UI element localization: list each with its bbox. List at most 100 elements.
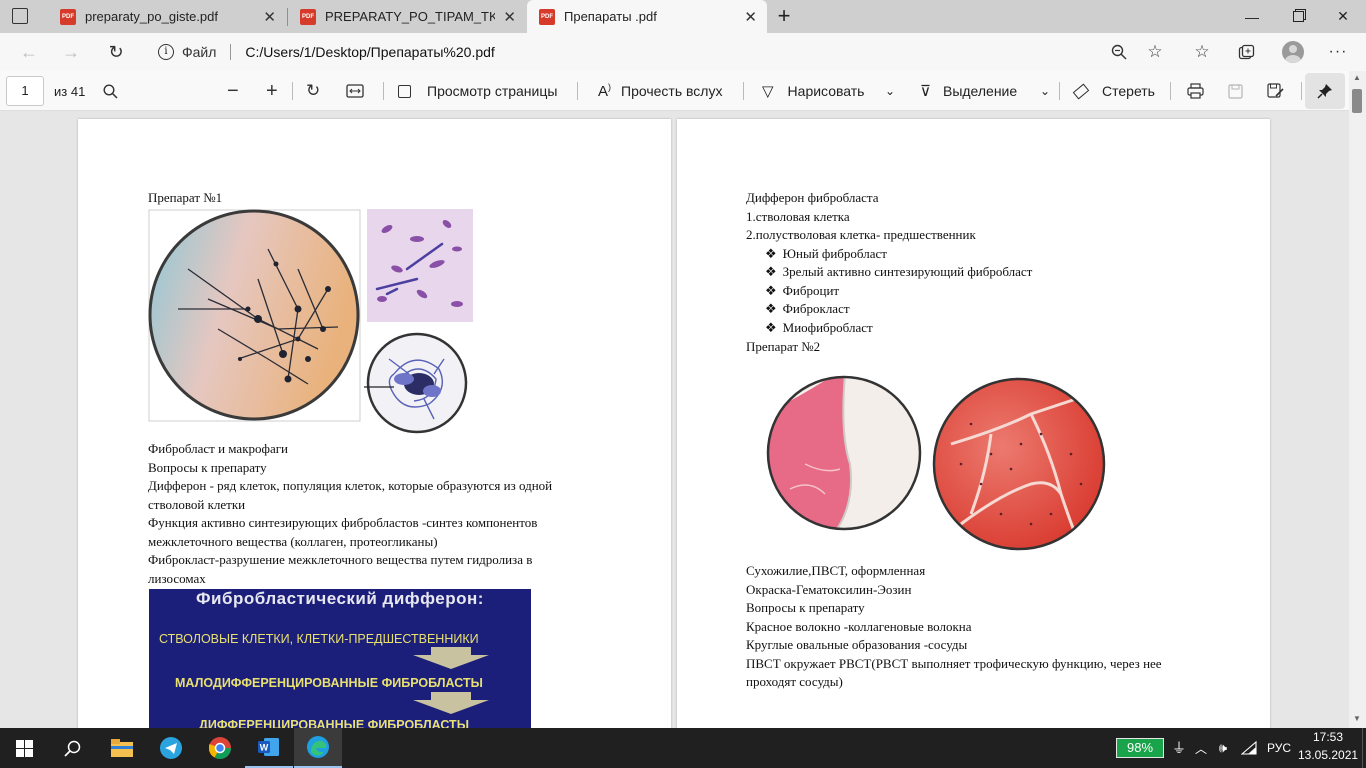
toolbar-divider	[383, 82, 384, 100]
bullet-icon: ❖	[765, 301, 777, 316]
pdf-document-viewport[interactable]: Препарат №1 Фибробласт и макрофаги Вопро…	[0, 111, 1349, 728]
clock-time[interactable]: 17:53	[1300, 730, 1356, 744]
favorites-icon[interactable]: ☆	[1190, 41, 1214, 63]
print-icon[interactable]	[1187, 82, 1204, 100]
list-item-label: Юный фибробласт	[782, 246, 887, 261]
scroll-up-arrow-icon[interactable]: ▲	[1353, 73, 1361, 82]
body-line: Вопросы к препарату	[746, 600, 865, 615]
chrome-icon[interactable]	[196, 728, 244, 768]
profile-avatar[interactable]	[1282, 41, 1304, 63]
forward-icon[interactable]: →	[59, 41, 83, 63]
address-divider	[230, 44, 232, 60]
body-line: межклеточного вещества (коллаген, протео…	[148, 534, 438, 549]
pin-toolbar-icon[interactable]	[1305, 73, 1345, 109]
clock-date[interactable]: 13.05.2021	[1298, 748, 1358, 762]
tab-actions-button[interactable]	[12, 8, 28, 24]
tab-preparaty-active[interactable]: PDF Препараты .pdf ✕	[527, 0, 767, 33]
toolbar-divider	[1301, 82, 1302, 100]
back-icon[interactable]: ←	[17, 41, 41, 63]
scheme-label: Файл	[182, 44, 217, 60]
input-language-indicator[interactable]: РУС	[1262, 728, 1296, 768]
erase-label: Стереть	[1102, 83, 1155, 99]
wifi-icon[interactable]	[1238, 728, 1260, 768]
file-explorer-icon[interactable]	[98, 728, 146, 768]
toolbar-divider	[577, 82, 578, 100]
read-aloud-icon: A)	[598, 82, 612, 100]
save-as-icon[interactable]	[1267, 82, 1284, 100]
read-aloud-label: Прочесть вслух	[621, 83, 723, 99]
close-tab-icon[interactable]: ✕	[263, 8, 276, 26]
power-plug-icon[interactable]: ⏚	[1168, 728, 1190, 768]
page-heading: Препарат №2	[746, 339, 821, 354]
body-line: лизосомах	[148, 571, 206, 586]
add-favorite-icon[interactable]: ☆	[1143, 41, 1167, 63]
search-icon[interactable]	[103, 82, 118, 100]
draw-button[interactable]: ▽ Нарисовать	[762, 82, 864, 100]
tab-title: preparaty_po_giste.pdf	[85, 9, 218, 24]
toolbar-divider	[292, 82, 293, 100]
page-total-label: из 41	[54, 83, 86, 99]
minimize-icon[interactable]: —	[1229, 0, 1275, 33]
list-item: ❖ Миофибробласт	[765, 319, 873, 338]
page-view-label: Просмотр страницы	[427, 83, 558, 99]
toolbar-divider	[1170, 82, 1171, 100]
refresh-icon[interactable]: ↻	[104, 41, 128, 63]
slide-row-3: ДИФФЕРЕНЦИРОВАННЫЕ ФИБРОБЛАСТЫ	[199, 718, 469, 728]
tab-preparaty-po-tipam-tkanej[interactable]: PDF PREPARATY_PO_TIPAM_TKANEJ ( ✕	[288, 0, 526, 33]
highlight-options-chevron-down-icon[interactable]: ⌄	[1040, 82, 1050, 100]
bullet-icon: ❖	[765, 264, 777, 279]
new-tab-button[interactable]: +	[772, 3, 796, 29]
info-icon[interactable]: i	[158, 44, 174, 60]
collections-icon[interactable]	[1234, 41, 1258, 63]
differon-diagram-slide: Фибробластический дифферон: СТВОЛОВЫЕ КЛ…	[149, 589, 531, 728]
list-item-label: Фиброкласт	[782, 301, 850, 316]
fit-page-icon[interactable]	[346, 82, 364, 100]
vertical-scrollbar[interactable]: ▲ ▼	[1349, 71, 1366, 728]
slide-row-2: МАЛОДИФФЕРЕНЦИРОВАННЫЕ ФИБРОБЛАСТЫ	[175, 676, 483, 690]
show-hidden-icons-icon[interactable]: ︿	[1190, 728, 1212, 768]
read-aloud-button[interactable]: A) Прочесть вслух	[598, 82, 722, 100]
windows-start-icon[interactable]	[0, 728, 48, 768]
close-tab-icon[interactable]: ✕	[503, 8, 516, 26]
show-desktop-button[interactable]	[1362, 728, 1366, 768]
tab-title: PREPARATY_PO_TIPAM_TKANEJ (	[325, 9, 495, 24]
battery-indicator[interactable]: 98%	[1116, 738, 1164, 758]
list-item-label: Фиброцит	[782, 283, 840, 298]
page-number-input[interactable]: 1	[6, 76, 44, 106]
rotate-icon[interactable]: ↻	[306, 81, 320, 100]
zoom-icon[interactable]	[1107, 41, 1131, 63]
pdf-page-1: Препарат №1 Фибробласт и макрофаги Вопро…	[78, 119, 671, 728]
body-line: 1.стволовая клетка	[746, 209, 850, 224]
save-icon[interactable]	[1228, 82, 1243, 100]
list-item: ❖ Юный фибробласт	[765, 245, 887, 264]
list-item: ❖ Фиброкласт	[765, 300, 850, 319]
highlight-button[interactable]: ⊽ Выделение	[920, 82, 1017, 100]
close-window-icon[interactable]: ✕	[1320, 0, 1366, 33]
toolbar-divider	[743, 82, 744, 100]
zoom-out-icon[interactable]: −	[227, 80, 239, 102]
list-item: ❖ Фиброцит	[765, 282, 839, 301]
volume-icon[interactable]: 🕪	[1212, 728, 1234, 768]
address-bar[interactable]: i Файл C:/Users/1/Desktop/Препараты%20.p…	[146, 37, 1174, 67]
pdf-page-2: Дифферон фибробласта 1.стволовая клетка …	[677, 119, 1270, 728]
close-tab-icon[interactable]: ✕	[744, 8, 757, 26]
tab-title: Препараты .pdf	[564, 9, 657, 24]
draw-options-chevron-down-icon[interactable]: ⌄	[885, 82, 895, 100]
settings-more-icon[interactable]: ···	[1326, 41, 1350, 63]
scroll-down-arrow-icon[interactable]: ▼	[1353, 714, 1361, 723]
zoom-in-icon[interactable]: +	[266, 80, 278, 102]
erase-button[interactable]: Стереть	[1072, 82, 1155, 100]
scrollbar-thumb[interactable]	[1352, 89, 1362, 113]
svg-text:W: W	[260, 743, 269, 753]
restore-icon[interactable]	[1275, 0, 1321, 33]
telegram-icon[interactable]	[147, 728, 195, 768]
eraser-icon	[1072, 83, 1090, 99]
tab-preparaty-po-giste[interactable]: PDF preparaty_po_giste.pdf ✕	[48, 0, 286, 33]
slide-title: Фибробластический дифферон:	[196, 589, 484, 608]
body-line: Вопросы к препарату	[148, 460, 267, 475]
page-view-button[interactable]: Просмотр страницы	[398, 82, 557, 100]
edge-icon[interactable]	[294, 728, 342, 768]
list-item-label: Зрелый активно синтезирующий фибробласт	[782, 264, 1033, 279]
taskbar-search-icon[interactable]	[48, 728, 96, 768]
word-icon[interactable]: W	[245, 728, 293, 768]
